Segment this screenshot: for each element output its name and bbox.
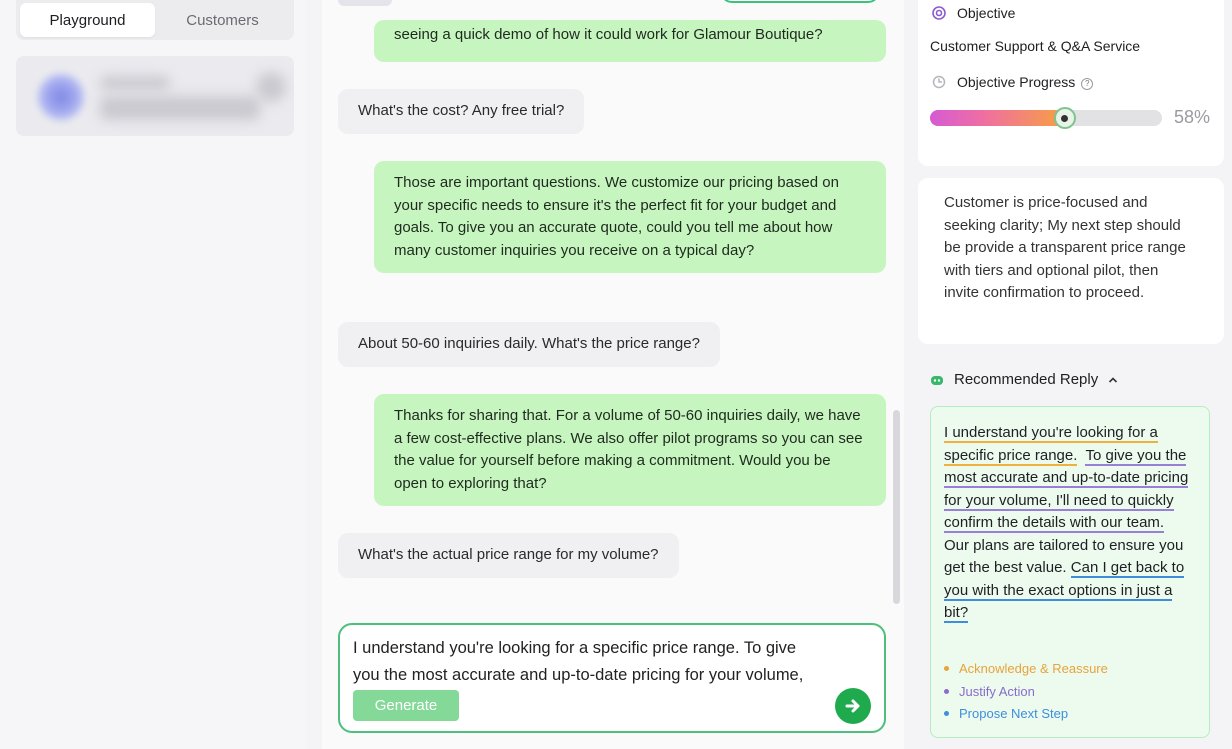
message-text: Those are important questions. We custom… bbox=[394, 174, 839, 259]
chat-scrollbar[interactable] bbox=[893, 410, 900, 604]
objective-label: Objective bbox=[957, 5, 1016, 21]
legend-label: Justify Action bbox=[959, 684, 1035, 699]
message-text: What's the cost? Any free trial? bbox=[358, 102, 565, 119]
user-message: What's the actual price range for my vol… bbox=[338, 533, 679, 578]
message-composer[interactable]: I understand you're looking for a specif… bbox=[338, 623, 886, 733]
tab-playground[interactable]: Playground bbox=[20, 3, 155, 37]
chat-panel: seeing a quick demo of how it could work… bbox=[322, 0, 904, 749]
objective-card: Objective Customer Support & Q&A Service… bbox=[918, 0, 1224, 166]
insight-card: Customer is price-focused and seeking cl… bbox=[918, 178, 1224, 344]
chevron-up-icon[interactable] bbox=[1108, 376, 1118, 384]
composer-line: I understand you're looking for a specif… bbox=[353, 639, 797, 657]
legend-label: Acknowledge & Reassure bbox=[959, 661, 1108, 676]
tab-bar: Playground Customers bbox=[16, 0, 294, 40]
target-icon bbox=[932, 6, 946, 20]
ai-message: Those are important questions. We custom… bbox=[374, 161, 886, 273]
clipped-button[interactable] bbox=[720, 0, 880, 3]
progress-knob bbox=[1053, 107, 1076, 129]
message-text: What's the actual price range for my vol… bbox=[358, 546, 659, 563]
message-text: About 50-60 inquiries daily. What's the … bbox=[358, 335, 700, 352]
bot-icon bbox=[931, 375, 943, 385]
message-text: Thanks for sharing that. For a volume of… bbox=[394, 407, 863, 492]
avatar bbox=[38, 74, 84, 120]
send-arrow-icon bbox=[845, 699, 860, 713]
send-button[interactable] bbox=[835, 688, 871, 724]
left-panel: Playground Customers bbox=[0, 0, 306, 749]
objective-progress-text: Objective Progress bbox=[957, 74, 1076, 90]
recommended-reply-header[interactable]: Recommended Reply bbox=[930, 371, 1118, 388]
legend-acknowledge: Acknowledge & Reassure bbox=[944, 661, 1108, 676]
user-message: About 50-60 inquiries daily. What's the … bbox=[338, 322, 720, 367]
objective-value: Customer Support & Q&A Service bbox=[930, 38, 1141, 54]
tab-customers[interactable]: Customers bbox=[155, 3, 290, 37]
customer-list-item[interactable] bbox=[16, 56, 294, 136]
ai-message: seeing a quick demo of how it could work… bbox=[374, 20, 886, 62]
legend-justify: Justify Action bbox=[944, 684, 1035, 699]
recommended-reply-text: I understand you're looking for a specif… bbox=[944, 422, 1196, 625]
ai-message: Thanks for sharing that. For a volume of… bbox=[374, 394, 886, 506]
user-message: What's the cost? Any free trial? bbox=[338, 89, 585, 134]
objective-progress-label: Objective Progress? bbox=[957, 74, 1094, 90]
composer-input[interactable]: I understand you're looking for a specif… bbox=[353, 635, 873, 689]
recommended-reply-title: Recommended Reply bbox=[954, 371, 1099, 388]
objective-progress-bar bbox=[930, 107, 1162, 129]
clipped-user-bubble bbox=[338, 0, 392, 6]
blurred-badge bbox=[256, 72, 286, 102]
message-text: seeing a quick demo of how it could work… bbox=[394, 26, 823, 43]
right-panel: Objective Customer Support & Q&A Service… bbox=[916, 0, 1232, 749]
help-icon[interactable]: ? bbox=[1081, 77, 1094, 90]
progress-icon bbox=[932, 75, 946, 89]
generate-button[interactable]: Generate bbox=[353, 690, 459, 721]
legend-propose: Propose Next Step bbox=[944, 706, 1068, 721]
blurred-preview bbox=[100, 96, 260, 120]
progress-fill bbox=[930, 110, 1065, 126]
blurred-name bbox=[100, 76, 170, 90]
progress-percent: 58% bbox=[1174, 107, 1211, 127]
legend-label: Propose Next Step bbox=[959, 706, 1069, 721]
insight-text: Customer is price-focused and seeking cl… bbox=[944, 194, 1186, 301]
composer-line: you the most accurate and up-to-date pri… bbox=[353, 666, 804, 684]
